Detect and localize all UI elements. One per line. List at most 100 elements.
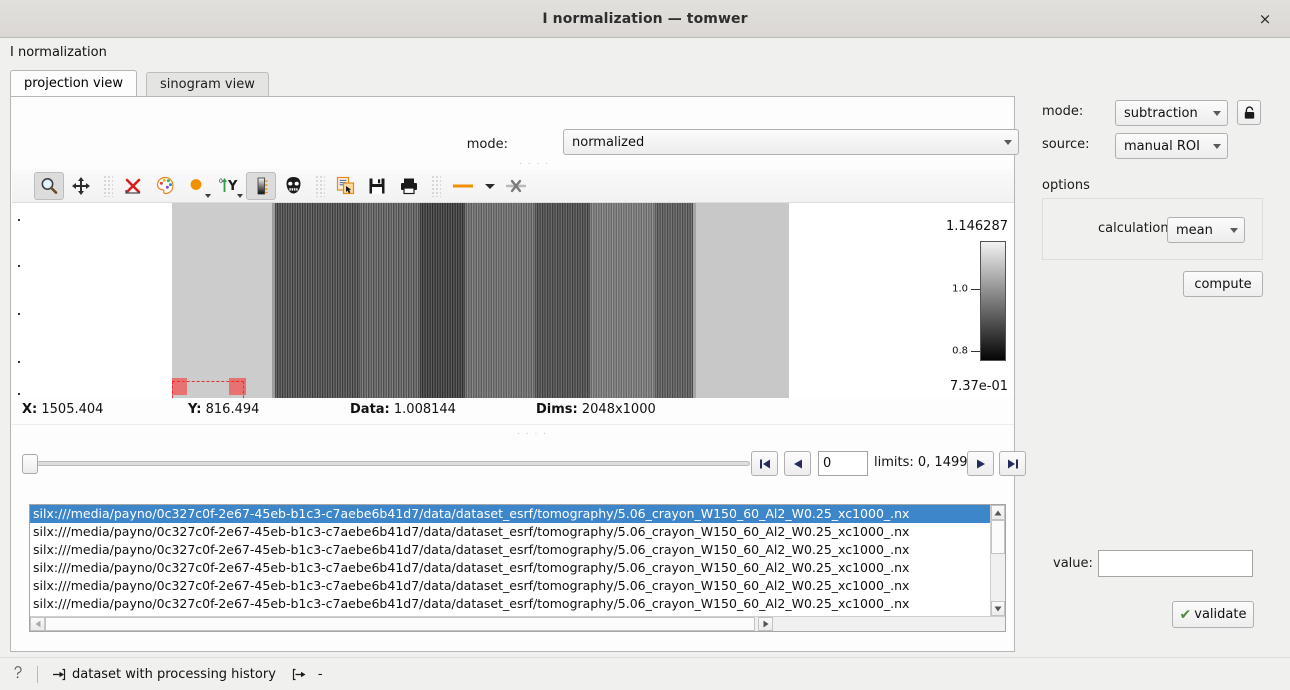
scroll-down-icon[interactable] [991,601,1005,616]
zoom-icon[interactable] [34,171,64,200]
mode-select-value: subtraction [1124,105,1198,121]
colormap-icon[interactable] [246,171,276,200]
colorbar-tick-2 [971,351,980,352]
chevron-down-icon [1213,110,1221,116]
y-axis-direction-icon[interactable]: 0 Y [214,172,244,200]
coord-data-label: Data: [350,402,390,417]
plot-mode-select[interactable]: normalized [563,129,1019,155]
splitter-handle-top[interactable]: . . . . [519,157,550,167]
projection-image-plot[interactable]: 1.146287 1.0 0.8 7.37e-01 [12,203,1014,398]
print-icon[interactable] [394,172,424,200]
y-axis-ticks [12,203,24,398]
list-vertical-scrollbar[interactable] [990,505,1005,616]
copy-to-clipboard-icon[interactable] [330,172,360,200]
last-frame-button[interactable] [999,451,1026,476]
tab-projection-view[interactable]: projection view [10,70,137,96]
save-icon[interactable] [362,172,392,200]
frame-slider-track[interactable] [28,461,750,466]
help-icon[interactable] [12,665,24,684]
coord-data-value: 1.008144 [393,402,456,417]
marker-color-icon[interactable] [182,172,212,200]
mask-icon[interactable] [278,172,308,200]
pan-icon[interactable] [66,172,96,200]
scroll-right-icon[interactable] [758,617,773,631]
svg-text:Y: Y [227,179,238,194]
clear-markers-icon[interactable] [500,172,532,200]
frame-limits-label: limits: 0, 1499 [874,455,968,470]
mode-label: mode: [1042,104,1084,119]
chevron-down-icon [1213,143,1221,149]
source-label: source: [1042,137,1090,152]
colorbar-min-value: 7.37e-01 [949,379,1008,394]
previous-frame-button[interactable] [784,451,811,476]
application-window: I normalization — tomwer × I normalizati… [0,0,1290,690]
coord-x-value: 1505.404 [41,402,104,417]
scroll-left-icon[interactable] [30,617,45,631]
validate-button[interactable]: ✔ validate [1172,601,1254,628]
plot-mode-value: normalized [572,134,645,150]
color-palette-icon[interactable] [150,172,180,200]
colorbar-gradient [980,241,1006,361]
cursor-info-bar: X: 1505.404 Y: 816.494 Data: 1.008144 Di… [12,398,1014,425]
dataset-history-label: dataset with processing history [72,666,276,682]
frame-slider-handle[interactable] [22,454,38,474]
frame-index-input[interactable] [818,451,868,476]
colorbar[interactable]: 1.146287 1.0 0.8 7.37e-01 [942,203,1014,398]
list-item[interactable]: silx:///media/payno/0c327c0f-2e67-45eb-b… [30,559,993,577]
scroll-up-icon[interactable] [991,505,1005,520]
input-arrow-icon [51,667,66,682]
calculation-fct-value: mean [1176,222,1213,238]
list-item[interactable]: silx:///media/payno/0c327c0f-2e67-45eb-b… [30,541,993,559]
chevron-down-icon [205,193,211,198]
projection-view-panel: mode: normalized . . . . 0 Y 1.146287 1.… [10,96,1026,652]
roi-handle-right[interactable] [229,378,246,395]
list-item[interactable]: silx:///media/payno/0c327c0f-2e67-45eb-b… [30,505,993,523]
output-value-label: - [317,666,323,682]
value-input[interactable] [1098,550,1253,577]
coord-y-label: Y: [188,402,202,417]
toolbar-separator [103,174,113,197]
chevron-down-icon [1230,227,1238,233]
coord-dims-label: Dims: [536,402,578,417]
toolbar-separator [431,174,441,197]
roi-handle-left[interactable] [172,378,187,395]
normalization-settings-panel: mode: subtraction source: manual ROI opt… [1035,100,1285,297]
list-item[interactable]: silx:///media/payno/0c327c0f-2e67-45eb-b… [30,595,993,613]
projection-image[interactable] [172,203,789,398]
mode-select[interactable]: subtraction [1115,100,1228,126]
compute-button[interactable]: compute [1183,271,1263,297]
colorbar-max-value: 1.146287 [945,219,1008,234]
calculation-fct-select[interactable]: mean [1167,217,1245,243]
list-horizontal-scrollbar[interactable] [30,616,1005,631]
first-frame-button[interactable] [751,451,778,476]
coord-y-value: 816.494 [205,402,260,417]
options-label: options [1042,178,1090,193]
status-divider [37,665,38,683]
close-icon[interactable]: × [1248,0,1282,37]
source-select[interactable]: manual ROI [1115,133,1228,159]
next-frame-button[interactable] [967,451,994,476]
tab-bar: projection view sinogram view [10,70,1280,97]
value-label: value: [1053,556,1093,571]
roi-rectangle[interactable] [172,378,246,398]
line-style-dropdown-icon[interactable] [482,172,498,200]
list-vertical-scroll-thumb[interactable] [991,520,1005,554]
list-horizontal-scroll-thumb[interactable] [45,617,755,631]
svg-text:0: 0 [219,178,223,185]
tab-sinogram-view[interactable]: sinogram view [146,72,269,96]
splitter-handle-mid[interactable]: . . . . [517,427,548,437]
frame-navigation-row: limits: 0, 1499 [12,449,1026,479]
title-bar: I normalization — tomwer × [0,0,1290,38]
dataset-url-list[interactable]: silx:///media/payno/0c327c0f-2e67-45eb-b… [29,504,1006,632]
plot-mode-label: mode: [466,136,508,152]
reset-zoom-icon[interactable] [118,172,148,200]
list-item[interactable]: silx:///media/payno/0c327c0f-2e67-45eb-b… [30,523,993,541]
colorbar-tick-label-2: 0.8 [952,345,968,357]
lock-icon[interactable] [1237,100,1261,125]
output-arrow-icon [292,667,307,682]
status-bar: dataset with processing history - [0,657,1290,690]
chevron-down-icon [1004,139,1012,145]
line-style-icon[interactable] [446,172,480,200]
list-item[interactable]: silx:///media/payno/0c327c0f-2e67-45eb-b… [30,577,993,595]
toolbar-separator [315,174,325,197]
